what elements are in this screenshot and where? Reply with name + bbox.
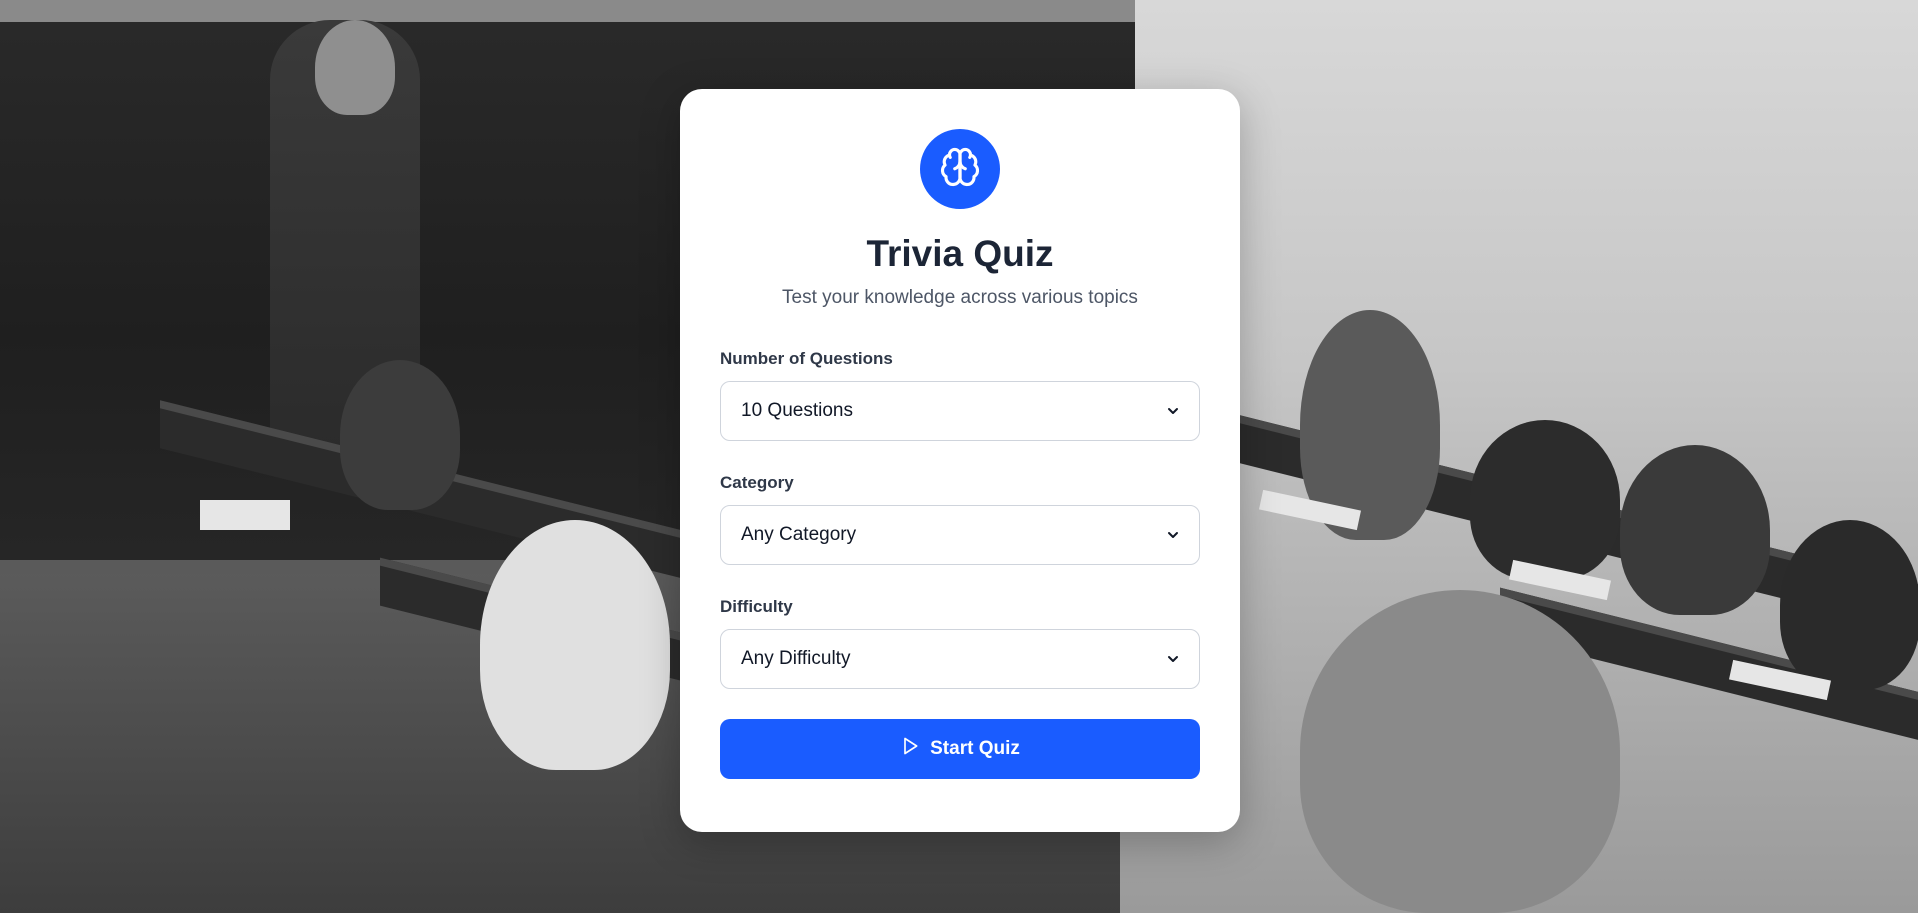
difficulty-field: Difficulty Any Difficulty [720, 597, 1200, 689]
brain-icon [939, 146, 981, 192]
category-select-value: Any Category [741, 524, 857, 545]
questions-field: Number of Questions 10 Questions [720, 349, 1200, 441]
difficulty-select[interactable]: Any Difficulty [720, 629, 1200, 689]
page-subtitle: Test your knowledge across various topic… [782, 287, 1138, 308]
student-figure [480, 520, 670, 770]
chevron-down-icon [1167, 653, 1179, 665]
difficulty-select-value: Any Difficulty [741, 648, 851, 669]
chevron-down-icon [1167, 405, 1179, 417]
difficulty-label: Difficulty [720, 597, 793, 616]
category-label: Category [720, 473, 794, 492]
play-icon [900, 736, 920, 762]
questions-select[interactable]: 10 Questions [720, 381, 1200, 441]
questions-label: Number of Questions [720, 349, 893, 368]
logo-badge [920, 129, 1000, 209]
student-figure [340, 360, 460, 510]
page-title: Trivia Quiz [866, 233, 1054, 274]
student-figure [1300, 590, 1620, 913]
questions-select-value: 10 Questions [741, 400, 853, 421]
student-figure [1780, 520, 1918, 690]
category-field: Category Any Category [720, 473, 1200, 565]
teacher-head [315, 20, 395, 115]
quiz-setup-card: Trivia Quiz Test your knowledge across v… [680, 89, 1240, 832]
paper-sheet [200, 500, 290, 530]
category-select[interactable]: Any Category [720, 505, 1200, 565]
chevron-down-icon [1167, 529, 1179, 541]
student-figure [1470, 420, 1620, 580]
chalkboard-frame [0, 0, 1135, 22]
start-quiz-button[interactable]: Start Quiz [720, 719, 1200, 779]
start-quiz-label: Start Quiz [930, 738, 1020, 759]
student-figure [1620, 445, 1770, 615]
